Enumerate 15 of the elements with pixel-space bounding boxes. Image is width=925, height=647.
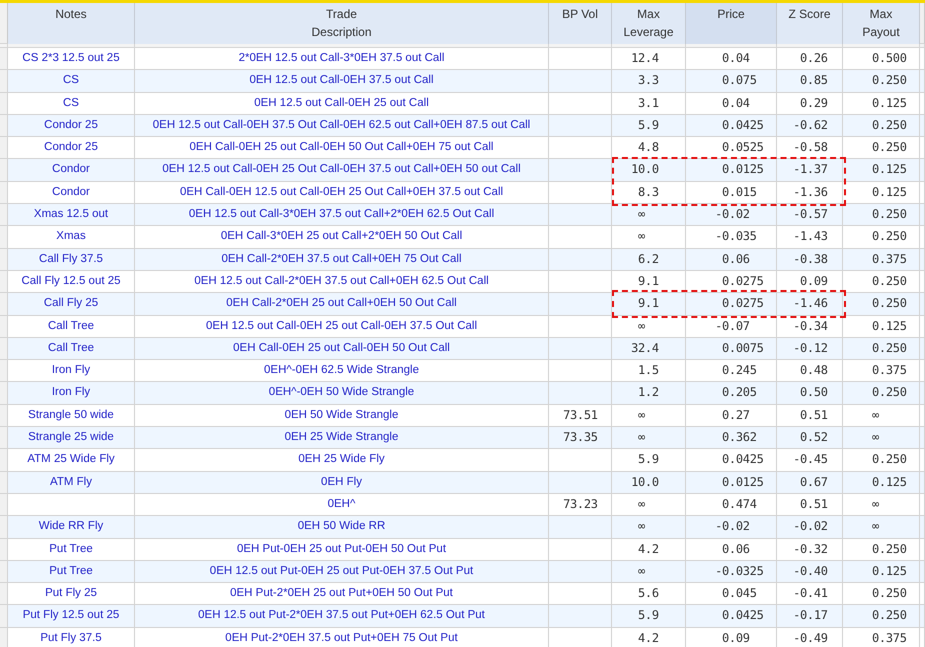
column-header[interactable]: BP Vol: [549, 3, 612, 44]
table-cell: 0.09: [686, 628, 777, 647]
column-header[interactable]: Trade Description: [135, 3, 549, 44]
row-gutter: [920, 3, 925, 44]
column-header[interactable]: Price: [686, 3, 777, 44]
table-cell: 4.2: [612, 628, 686, 647]
row-gutter: [0, 3, 8, 44]
table-cell: -0.49: [777, 628, 843, 647]
table-cell: 0EH Put-2*0EH 37.5 out Put+0EH 75 Out Put: [135, 628, 549, 647]
column-header[interactable]: Notes: [8, 3, 135, 44]
table-cell: Put Fly 37.5: [8, 628, 135, 647]
column-header[interactable]: Max Leverage: [612, 3, 686, 44]
column-header[interactable]: Z Score: [777, 3, 843, 44]
column-header[interactable]: Max Payout: [843, 3, 920, 44]
table-cell: 0.375: [843, 628, 920, 647]
